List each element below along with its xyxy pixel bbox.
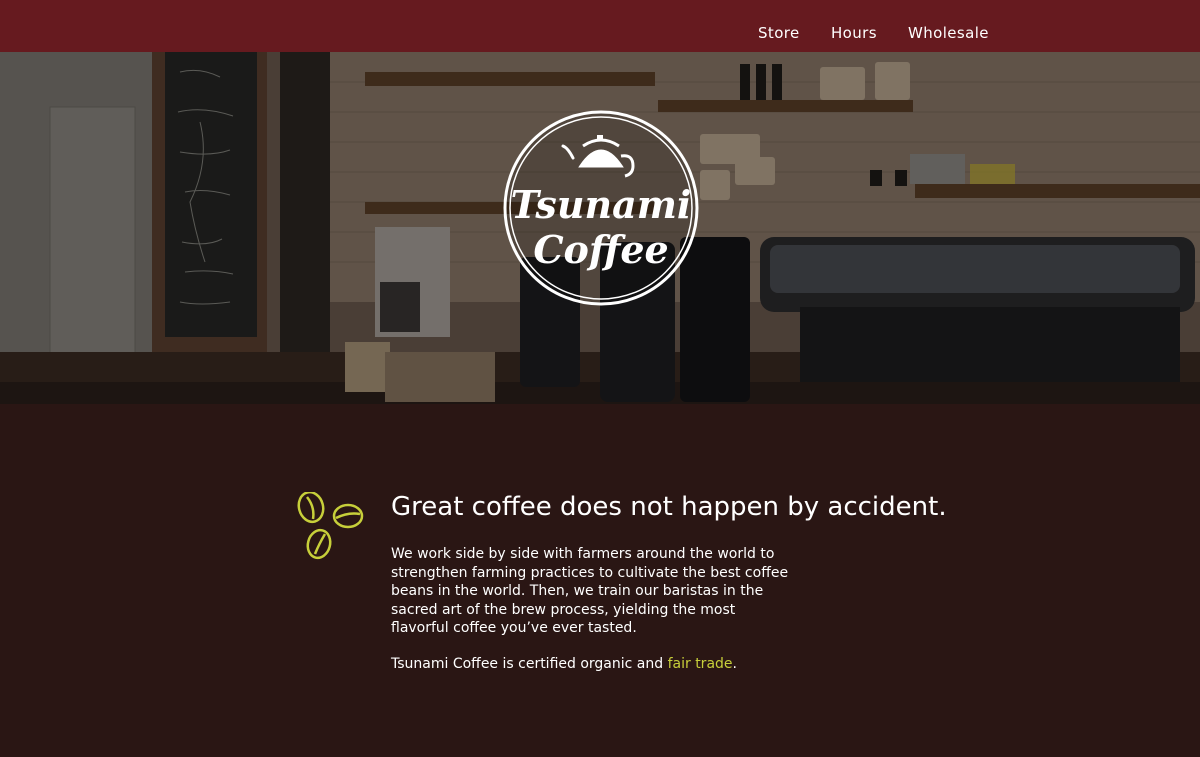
certified-text: Tsunami Coffee is certified organic and	[391, 656, 668, 672]
hero-banner: Tsunami Coffee	[0, 52, 1200, 404]
logo-text-line2: Coffee	[533, 227, 668, 272]
nav-hours-link[interactable]: Hours	[831, 24, 877, 42]
nav-wholesale-link[interactable]: Wholesale	[908, 24, 989, 42]
logo-text-line1: Tsunami	[511, 182, 692, 227]
intro-paragraph: We work side by side with farmers around…	[391, 546, 789, 637]
page-headline: Great coffee does not happen by accident…	[391, 492, 947, 522]
certified-suffix: .	[732, 656, 737, 672]
coffee-beans-icon	[297, 492, 364, 560]
nav-store-link[interactable]: Store	[758, 24, 800, 42]
certification-paragraph: Tsunami Coffee is certified organic and …	[391, 655, 911, 673]
about-section: Great coffee does not happen by accident…	[0, 404, 1200, 757]
fair-trade-link[interactable]: fair trade	[668, 656, 733, 672]
tsunami-coffee-logo[interactable]: Tsunami Coffee	[501, 108, 701, 308]
top-nav: Store Hours Wholesale	[0, 0, 1200, 52]
